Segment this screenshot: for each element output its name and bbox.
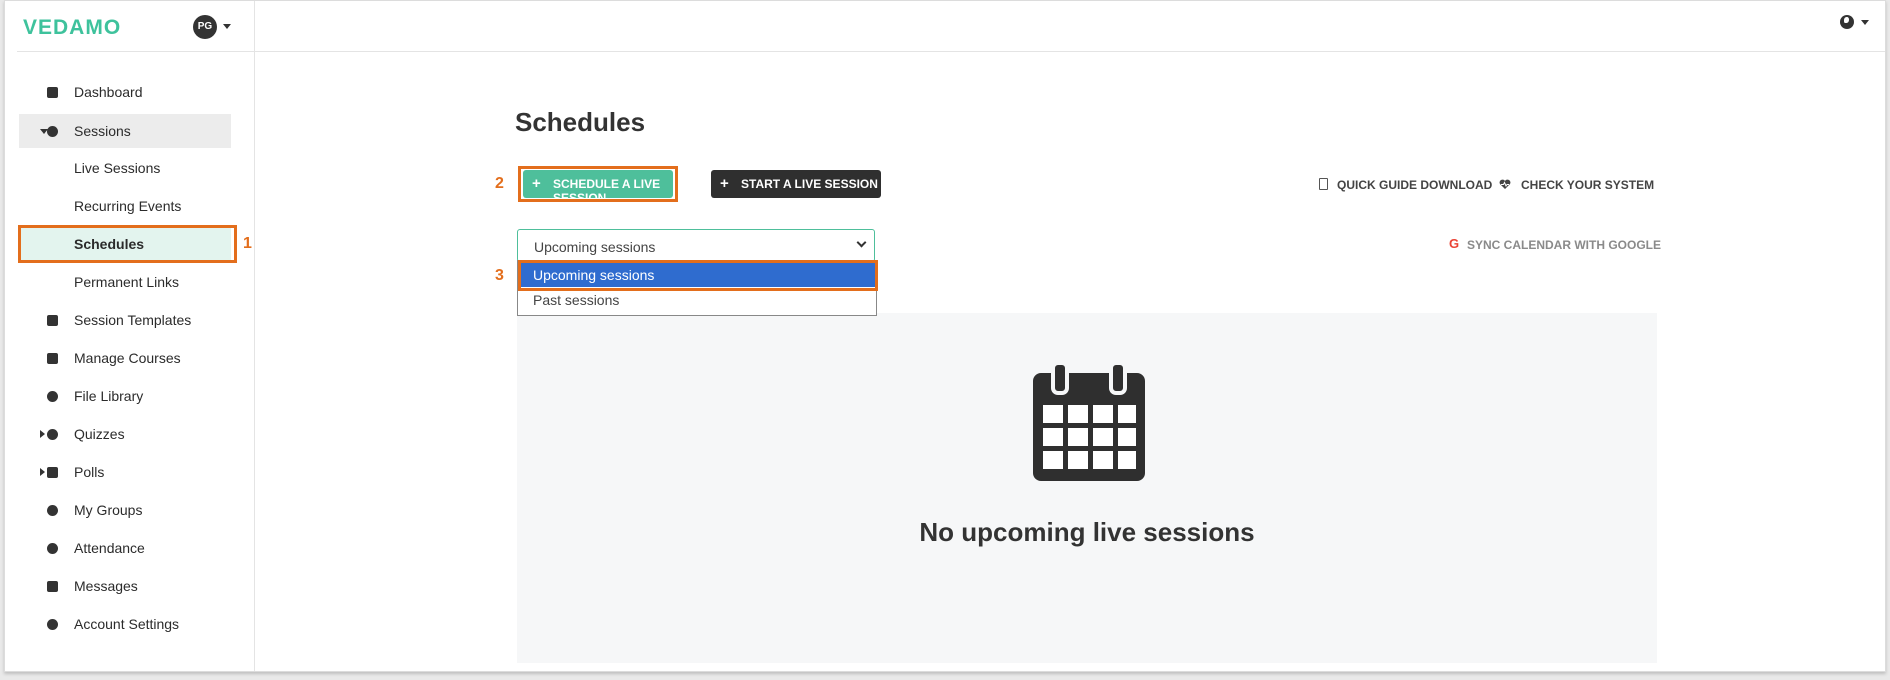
caret-right-icon (40, 430, 45, 438)
empty-state-panel: No upcoming live sessions (517, 313, 1657, 663)
sidebar-item-sessions[interactable]: Sessions (19, 114, 231, 148)
user-avatar[interactable]: PG (193, 15, 217, 39)
file-download-icon[interactable] (1319, 178, 1328, 190)
sidebar: VEDAMO PG Dashboard Sessions Live Sessio… (5, 1, 255, 671)
sidebar-item-label: Sessions (74, 123, 131, 139)
sidebar-item-messages[interactable]: Messages (19, 569, 231, 603)
app-window: VEDAMO PG Dashboard Sessions Live Sessio… (4, 0, 1886, 672)
sidebar-item-label: Session Templates (74, 312, 192, 328)
sidebar-item-session-templates[interactable]: Session Templates (19, 303, 231, 337)
sidebar-item-label: Live Sessions (74, 160, 161, 176)
sidebar-item-file-library[interactable]: File Library (19, 379, 231, 413)
caret-right-icon (40, 468, 45, 476)
heart-pulse-icon[interactable] (1499, 179, 1511, 190)
envelope-icon (47, 581, 58, 592)
chevron-down-icon (856, 237, 867, 248)
sidebar-item-label: Dashboard (74, 84, 143, 100)
brand-bar: VEDAMO PG (17, 1, 255, 52)
button-label: START A LIVE SESSION (741, 177, 878, 191)
sidebar-item-label: Account Settings (74, 616, 180, 632)
sidebar-item-account-settings[interactable]: Account Settings (19, 607, 231, 641)
language-caret-icon[interactable] (1861, 20, 1869, 25)
select-value: Upcoming sessions (534, 239, 656, 255)
sidebar-item-my-groups[interactable]: My Groups (19, 493, 231, 527)
step-number-1: 1 (243, 235, 252, 252)
sidebar-item-label: Polls (74, 464, 105, 480)
top-bar (255, 1, 1885, 52)
globe-icon[interactable] (1840, 15, 1854, 29)
cloud-icon (47, 391, 58, 402)
step-number-3: 3 (495, 267, 504, 284)
sidebar-item-recurring-events[interactable]: Recurring Events (19, 189, 231, 223)
sidebar-item-dashboard[interactable]: Dashboard (19, 75, 231, 109)
empty-state-message: No upcoming live sessions (919, 517, 1255, 547)
question-icon (47, 429, 58, 440)
sync-calendar-google-link[interactable]: SYNC CALENDAR WITH GOOGLE (1467, 238, 1661, 252)
play-circle-icon (47, 126, 58, 137)
option-label: Past sessions (533, 292, 620, 308)
quick-guide-download-link[interactable]: QUICK GUIDE DOWNLOAD (1337, 178, 1492, 192)
calendar-icon (1033, 363, 1145, 481)
sidebar-item-polls[interactable]: Polls (19, 455, 231, 489)
sidebar-item-label: Messages (74, 578, 138, 594)
dashboard-icon (47, 87, 58, 98)
page-title: Schedules (515, 107, 646, 137)
start-live-session-button[interactable]: + START A LIVE SESSION (711, 170, 881, 198)
template-icon (47, 315, 58, 326)
highlight-box-upcoming-option (518, 260, 878, 291)
sidebar-item-permanent-links[interactable]: Permanent Links (19, 265, 231, 299)
sidebar-item-label: My Groups (74, 502, 143, 518)
sidebar-item-live-sessions[interactable]: Live Sessions (19, 151, 231, 185)
book-icon (47, 353, 58, 364)
highlight-box-schedule-button (518, 166, 678, 202)
plus-icon: + (720, 175, 729, 192)
attendance-icon (47, 543, 58, 554)
vedamo-logo[interactable]: VEDAMO (23, 16, 121, 40)
check-system-link[interactable]: CHECK YOUR SYSTEM (1521, 178, 1654, 192)
group-icon (47, 505, 58, 516)
chart-icon (47, 467, 58, 478)
step-number-2: 2 (495, 175, 504, 192)
sidebar-item-quizzes[interactable]: Quizzes (19, 417, 231, 451)
google-icon[interactable]: G (1449, 236, 1459, 251)
gear-icon (47, 619, 58, 630)
avatar-caret-icon[interactable] (223, 24, 231, 29)
sidebar-item-attendance[interactable]: Attendance (19, 531, 231, 565)
sidebar-item-label: Attendance (74, 540, 145, 556)
sidebar-item-label: Quizzes (74, 426, 125, 442)
sidebar-item-label: Manage Courses (74, 350, 181, 366)
sidebar-item-label: Recurring Events (74, 198, 182, 214)
highlight-box-schedules (18, 225, 237, 263)
sidebar-item-manage-courses[interactable]: Manage Courses (19, 341, 231, 375)
session-filter-select[interactable]: Upcoming sessions (517, 229, 875, 262)
sidebar-item-label: File Library (74, 388, 144, 404)
sidebar-item-label: Permanent Links (74, 274, 180, 290)
